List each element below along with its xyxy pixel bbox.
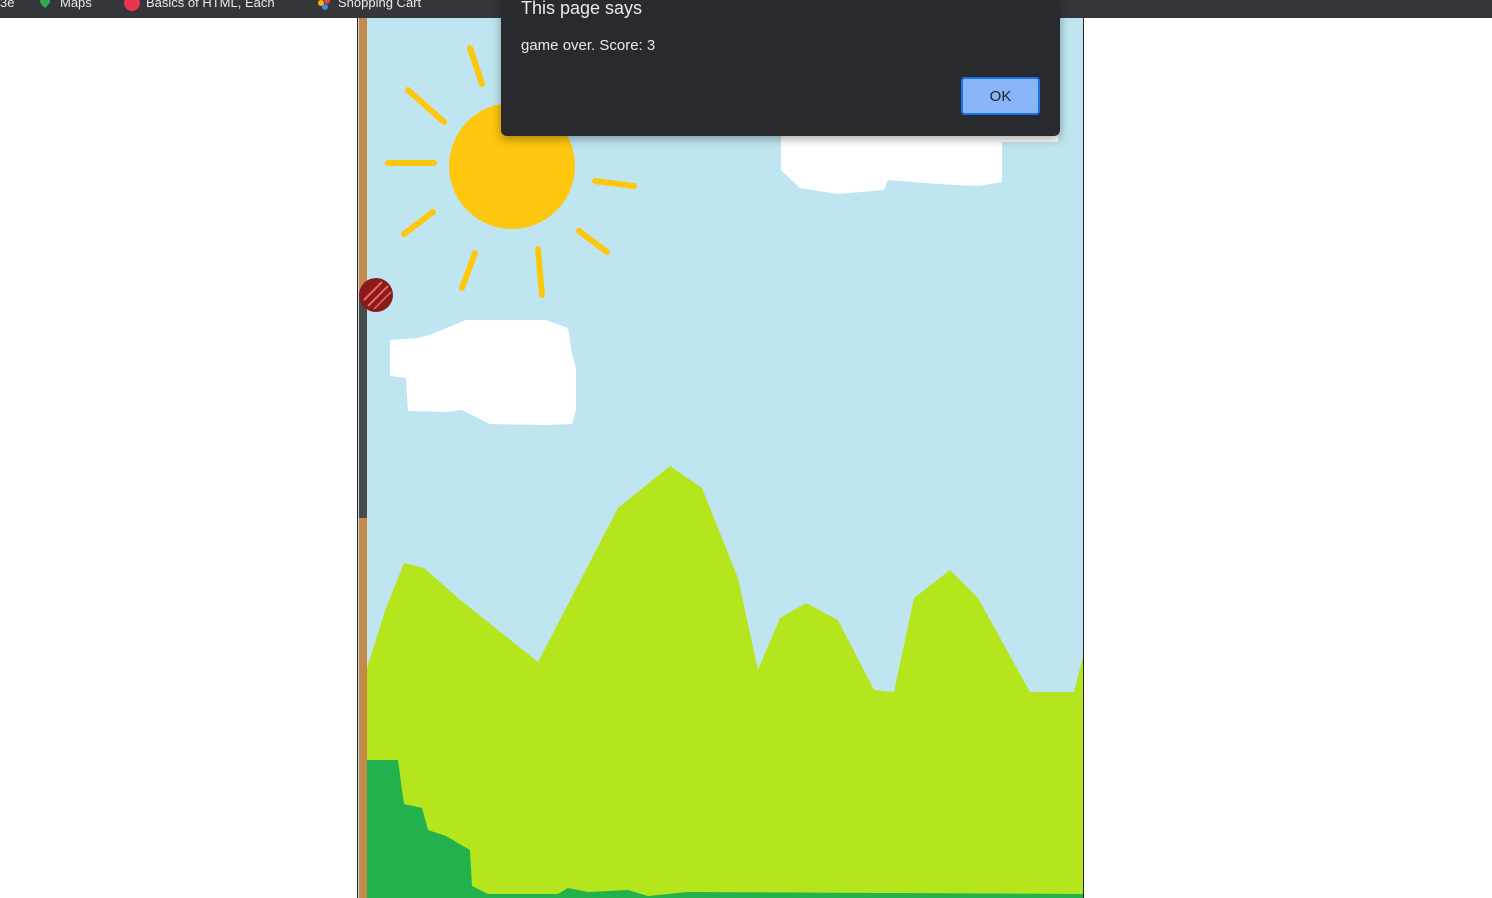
bookmark-label: Maps (60, 0, 92, 10)
bookmark-maps[interactable]: Maps (38, 0, 92, 12)
bookmark-label: Basics of HTML, Each (146, 0, 275, 10)
game-canvas[interactable] (357, 18, 1084, 898)
ball (359, 278, 393, 312)
dialog-title: This page says (521, 0, 643, 18)
alert-dialog: This page says game over. Score: 3 OK (501, 0, 1060, 136)
paddle (359, 294, 367, 518)
maps-pin-icon (38, 0, 52, 9)
dialog-message: game over. Score: 3 (521, 37, 656, 54)
course-icon (124, 0, 140, 11)
bookmark-label: Shopping Cart (338, 0, 422, 10)
ok-button[interactable]: OK (961, 77, 1040, 115)
bookmark-partial[interactable]: 3e (0, 0, 14, 12)
game-scene (358, 18, 1083, 898)
bookmark-shopping-cart[interactable]: Shopping Cart (316, 0, 421, 12)
bookmark-basics-html[interactable]: Basics of HTML, Each (124, 0, 275, 12)
cart-icon (316, 0, 330, 10)
